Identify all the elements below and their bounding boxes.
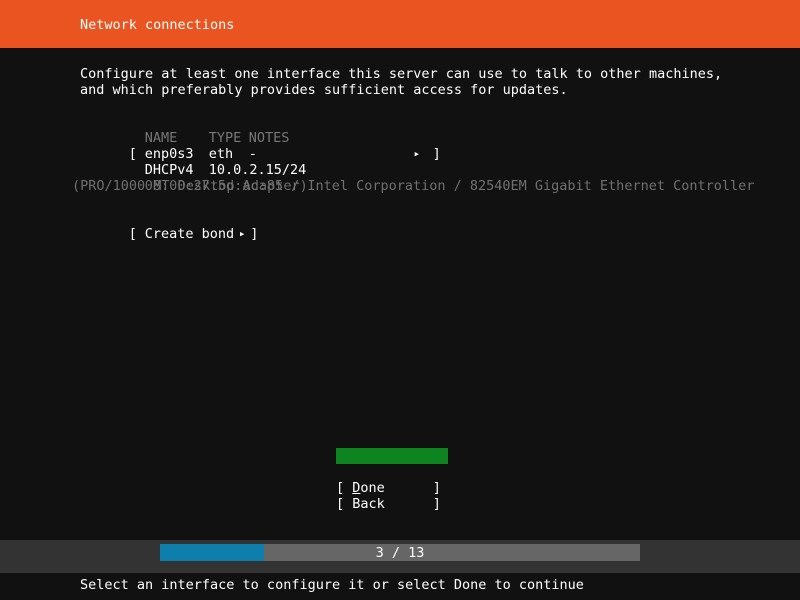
footer-hint-text: Select an interface to configure it or s… (80, 577, 584, 593)
chevron-right-icon[interactable]: ▸ (409, 146, 425, 162)
back-label: Back (352, 496, 385, 512)
interface-hardware-line-2: (PRO/1000 MT Desktop Adapter) (72, 178, 308, 194)
header-bar: Network connections (0, 0, 800, 48)
progress-band: 3 / 13 (0, 540, 800, 573)
intro-text-line-2: and which preferably provides sufficient… (80, 82, 568, 98)
progress-bar: 3 / 13 (160, 544, 640, 561)
back-bracket-close: ] (432, 496, 441, 512)
create-bond-bracket-open: [ (128, 226, 146, 242)
row-bracket-close: ] (432, 146, 441, 162)
footer-hint-bar: Select an interface to configure it or s… (0, 573, 800, 600)
back-button[interactable]: [ Back ] (336, 464, 448, 512)
intro-text-line-1: Configure at least one interface this se… (80, 66, 723, 82)
create-bond-button[interactable]: [ Create bond ▸] (80, 210, 259, 258)
progress-step-counter: 3 / 13 (375, 545, 425, 561)
create-bond-bracket-close: ] (250, 226, 259, 242)
back-spacer (385, 496, 433, 512)
page-title: Network connections (80, 17, 235, 33)
installer-screen: Network connections Configure at least o… (0, 0, 800, 600)
create-bond-label: Create bond (144, 226, 235, 242)
back-bracket-open: [ (336, 496, 353, 512)
done-button[interactable]: [ Done ] (336, 448, 448, 496)
back-button-content: [ Back ] (336, 496, 448, 512)
chevron-right-icon[interactable]: ▸ (234, 226, 250, 242)
